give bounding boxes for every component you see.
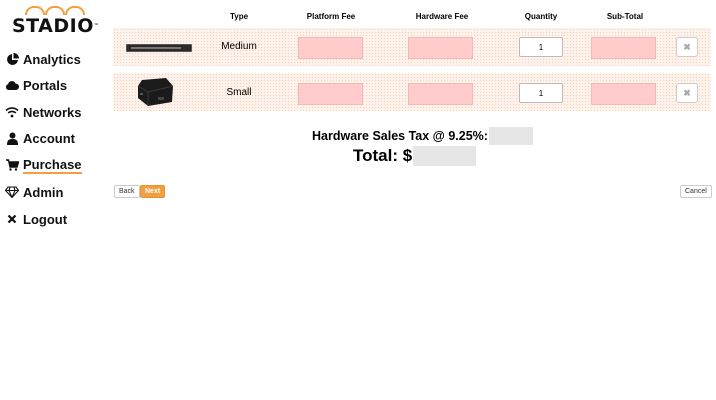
back-button[interactable]: Back (114, 185, 140, 198)
close-icon: ✖ (683, 42, 691, 52)
nav-label: Logout (23, 211, 68, 227)
rack-server-image (126, 44, 192, 52)
table-header: Type Platform Fee Hardware Fee Quantity … (0, 12, 716, 26)
hardware-fee-field (408, 37, 473, 59)
total-value-field (413, 146, 477, 166)
nav-item-admin[interactable]: Admin (5, 182, 63, 202)
tax-label: Hardware Sales Tax @ 9.25%: (312, 129, 488, 143)
platform-fee-field (298, 83, 363, 105)
quantity-input[interactable] (519, 37, 563, 57)
user-icon (5, 131, 19, 145)
close-icon (5, 212, 19, 226)
table-row: Small ✖ (113, 73, 711, 111)
diamond-icon (5, 185, 19, 199)
nav-item-logout[interactable]: Logout (5, 209, 67, 229)
close-icon: ✖ (683, 88, 691, 98)
total-label: Total: $ (353, 146, 413, 165)
nav-label: Account (23, 130, 75, 146)
quantity-input[interactable] (519, 83, 563, 103)
nav-label: Admin (23, 184, 64, 200)
remove-row-button[interactable]: ✖ (676, 83, 698, 103)
tax-value-field (488, 127, 533, 145)
next-button[interactable]: Next (140, 185, 166, 198)
wifi-icon (5, 105, 19, 119)
sub-total-field (591, 83, 656, 105)
hardware-fee-field (408, 83, 473, 105)
row-type: Medium (221, 41, 257, 52)
remove-row-button[interactable]: ✖ (676, 37, 698, 57)
nav-item-account[interactable]: Account (5, 128, 75, 148)
order-total: Total: $ (353, 146, 477, 166)
platform-fee-field (298, 37, 363, 59)
nav-label: Networks (23, 104, 82, 120)
nav-item-portals[interactable]: Portals (5, 75, 67, 95)
cloud-icon (5, 78, 19, 92)
nav-label: Analytics (23, 51, 81, 67)
nav-label: Purchase (23, 156, 82, 174)
sidebar: STADIO™ Analytics Portals Networks Accou… (0, 0, 112, 400)
table-row: Medium ✖ (113, 28, 711, 66)
nav-label: Portals (23, 77, 68, 93)
row-type: Small (226, 87, 252, 98)
column-header-hardware-fee: Hardware Fee (415, 12, 469, 21)
column-header-type: Type (229, 12, 249, 21)
hardware-sales-tax: Hardware Sales Tax @ 9.25%: (312, 127, 533, 145)
nav-item-purchase[interactable]: Purchase (5, 155, 82, 175)
column-header-platform-fee: Platform Fee (306, 12, 356, 21)
cancel-button[interactable]: Cancel (680, 185, 712, 198)
cart-icon (5, 158, 19, 172)
nav-item-analytics[interactable]: Analytics (5, 49, 81, 69)
pie-chart-icon (5, 52, 19, 66)
small-device-image (136, 76, 174, 108)
sub-total-field (591, 37, 656, 59)
column-header-sub-total: Sub-Total (606, 12, 644, 21)
column-header-quantity: Quantity (524, 12, 558, 21)
nav-item-networks[interactable]: Networks (5, 102, 82, 122)
